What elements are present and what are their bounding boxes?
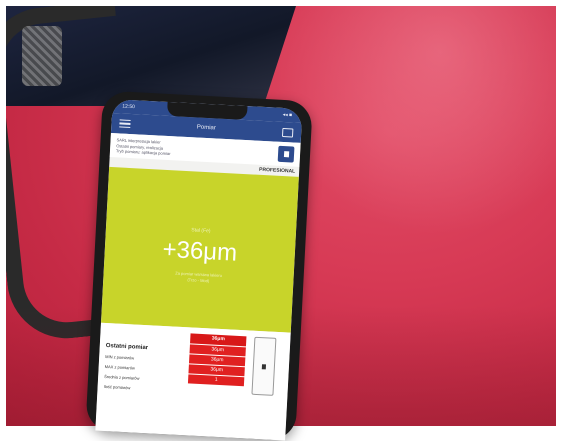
measurement-result: Stal (Fe) +36μm Za pomiar warstwa lakier… <box>100 166 299 333</box>
measurement-value: +36μm <box>161 235 238 267</box>
document-button[interactable] <box>277 145 295 163</box>
stats-heading: Ostatni pomiar <box>105 342 149 352</box>
mode-badge: PROFESIONAL <box>258 166 296 175</box>
menu-icon[interactable] <box>119 119 131 128</box>
smartphone: 12:50 ◂◂ ■ Pomiar SARL interpretacja lak… <box>85 90 313 441</box>
patterned-fabric <box>22 26 62 86</box>
stat-label: Średnia z pomiarów <box>104 373 140 381</box>
stat-label: MAX z pomiarów <box>104 363 136 371</box>
stats-values: 36μm 36μm 36μm 36μm 1 <box>187 333 247 387</box>
status-indicators: ◂◂ ■ <box>282 111 293 119</box>
stat-value: 1 <box>187 374 245 387</box>
phone-screen: 12:50 ◂◂ ■ Pomiar SARL interpretacja lak… <box>95 99 303 441</box>
stats-panel: Ostatni pomiar MIN z pomiarów MAX z pomi… <box>95 322 291 441</box>
save-button[interactable] <box>251 336 277 396</box>
stat-label: MIN z pomiarów <box>105 353 135 361</box>
app-title: Pomiar <box>196 124 216 132</box>
folder-icon[interactable] <box>281 127 294 138</box>
save-icon <box>261 363 267 369</box>
result-description: Za pomiar warstwa lakieru (Trzo - Mod) <box>103 267 293 289</box>
status-time: 12:50 <box>122 103 135 111</box>
stat-label: Ilość pomiarów <box>103 383 131 391</box>
document-icon <box>283 151 289 158</box>
